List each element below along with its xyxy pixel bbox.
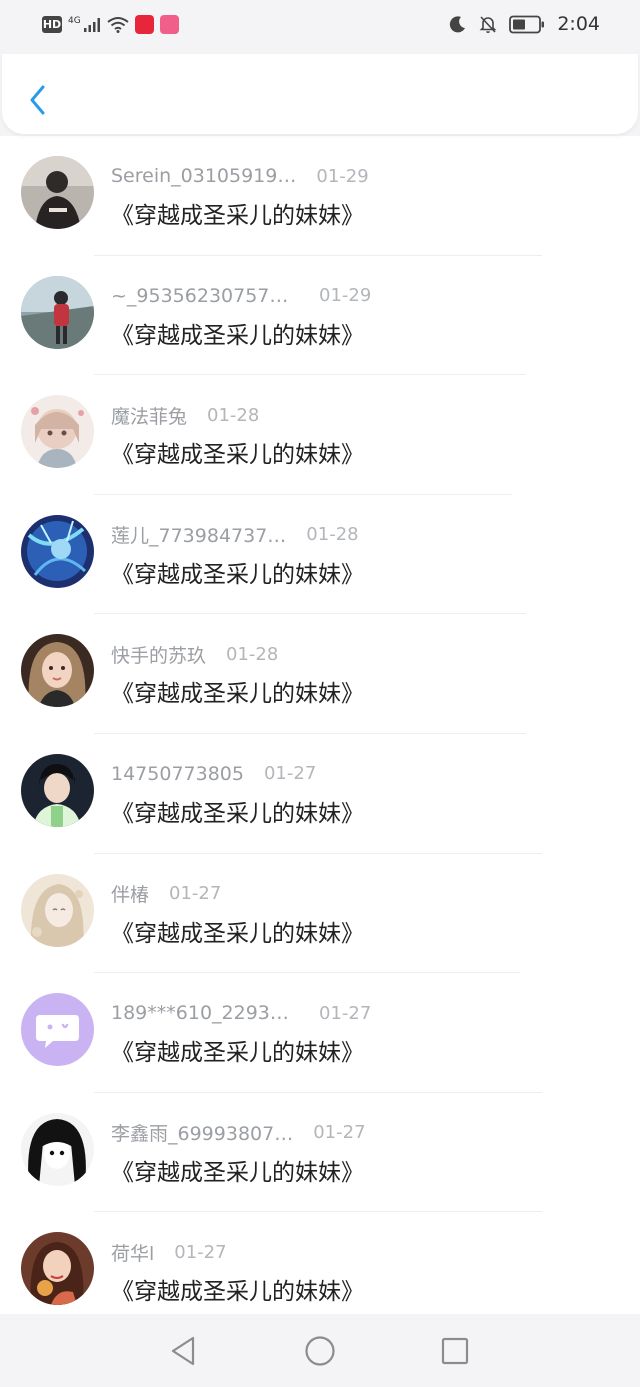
avatar-photo (21, 873, 94, 947)
default-avatar-icon (21, 993, 94, 1067)
wifi-icon (107, 17, 129, 33)
status-left: HD 4G (42, 15, 179, 34)
avatar[interactable] (21, 634, 94, 708)
chevron-left-icon (30, 85, 45, 115)
message-text: 《穿越成圣采儿的妹妹》 (111, 322, 364, 349)
list-item[interactable]: 魔法菲兔 01-28 《穿越成圣采儿的妹妹》 (0, 375, 640, 495)
avatar[interactable] (21, 514, 94, 588)
list-item[interactable]: 李鑫雨_69993807… 01-27 《穿越成圣采儿的妹妹》 (0, 1093, 640, 1213)
item-meta: 伴椿 01-27 (111, 880, 221, 908)
username[interactable]: 魔法菲兔 (111, 402, 187, 429)
username[interactable]: 189***610_22938… (111, 1002, 299, 1024)
list-item[interactable]: 快手的苏玖 01-28 《穿越成圣采儿的妹妹》 (0, 614, 640, 734)
avatar-photo (21, 395, 94, 469)
username[interactable]: 14750773805 (111, 763, 244, 785)
network-type-label: 4G (68, 15, 81, 26)
system-home-button[interactable] (303, 1334, 337, 1368)
moon-icon (450, 16, 466, 33)
app-notification-icon (159, 15, 179, 34)
username[interactable]: 快手的苏玖 (111, 641, 206, 668)
date: 01-28 (306, 524, 359, 546)
avatar[interactable] (21, 753, 94, 827)
message-text: 《穿越成圣采儿的妹妹》 (111, 1279, 364, 1306)
message-text: 《穿越成圣采儿的妹妹》 (111, 1159, 364, 1186)
avatar-photo (21, 1112, 94, 1186)
date: 01-28 (207, 404, 260, 426)
item-meta: 魔法菲兔 01-28 (111, 401, 259, 429)
message-text: 《穿越成圣采儿的妹妹》 (111, 442, 364, 469)
list-item[interactable]: Serein_03105919… 01-29 《穿越成圣采儿的妹妹》 (0, 136, 640, 256)
avatar[interactable] (21, 1112, 94, 1186)
message-text: 《穿越成圣采儿的妹妹》 (111, 1040, 364, 1067)
username[interactable]: 伴椿 (111, 880, 149, 907)
item-meta: 李鑫雨_69993807… 01-27 (111, 1119, 366, 1147)
avatar-photo (21, 1232, 94, 1306)
list-item[interactable]: 莲儿_773984737… 01-28 《穿越成圣采儿的妹妹》 (0, 495, 640, 615)
username[interactable]: 荷华l (111, 1239, 154, 1266)
list-item[interactable]: ~_953562307576… 01-29 《穿越成圣采儿的妹妹》 (0, 256, 640, 376)
avatar[interactable] (21, 993, 94, 1067)
avatar-photo (21, 156, 94, 229)
bell-off-icon (479, 15, 497, 33)
item-meta: Serein_03105919… 01-29 (111, 162, 369, 190)
item-meta: 14750773805 01-27 (111, 760, 316, 788)
message-text: 《穿越成圣采儿的妹妹》 (111, 203, 364, 229)
avatar[interactable] (21, 395, 94, 469)
avatar[interactable] (21, 1232, 94, 1306)
status-right: 2:04 (449, 13, 600, 35)
list-item[interactable]: 荷华l 01-27 《穿越成圣采儿的妹妹》 (0, 1212, 640, 1314)
signal-icon (83, 17, 100, 32)
message-text: 《穿越成圣采儿的妹妹》 (111, 681, 364, 708)
date: 01-27 (313, 1122, 366, 1144)
message-text: 《穿越成圣采儿的妹妹》 (111, 800, 364, 827)
top-nav (0, 54, 640, 136)
system-recents-button[interactable] (438, 1334, 472, 1368)
avatar-photo (21, 753, 94, 827)
list-item[interactable]: 伴椿 01-27 《穿越成圣采儿的妹妹》 (0, 854, 640, 974)
date: 01-27 (169, 883, 222, 905)
date: 01-28 (226, 643, 279, 665)
item-meta: ~_953562307576… 01-29 (111, 282, 371, 310)
message-text: 《穿越成圣采儿的妹妹》 (111, 561, 364, 588)
app-notification-icon (134, 15, 154, 34)
clock: 2:04 (557, 13, 600, 35)
recents-square-icon (441, 1337, 469, 1365)
message-text: 《穿越成圣采儿的妹妹》 (111, 920, 364, 947)
avatar-photo (21, 275, 94, 349)
avatar[interactable] (21, 156, 94, 229)
avatar-photo (21, 514, 94, 588)
date: 01-29 (316, 165, 369, 187)
status-bar: HD 4G 2:04 (0, 0, 640, 54)
item-meta: 快手的苏玖 01-28 (111, 640, 278, 668)
comment-list: Serein_03105919… 01-29 《穿越成圣采儿的妹妹》 ~_953… (0, 136, 640, 1314)
avatar-photo (21, 634, 94, 708)
back-triangle-icon (171, 1336, 195, 1366)
battery-icon (509, 15, 545, 33)
date: 01-29 (319, 285, 372, 307)
username[interactable]: 莲儿_773984737… (111, 521, 286, 548)
username[interactable]: ~_953562307576… (111, 285, 299, 307)
item-meta: 荷华l 01-27 (111, 1238, 227, 1266)
list-item[interactable]: 14750773805 01-27 《穿越成圣采儿的妹妹》 (0, 734, 640, 854)
item-meta: 莲儿_773984737… 01-28 (111, 521, 359, 549)
item-meta: 189***610_22938… 01-27 (111, 999, 371, 1027)
system-nav-bar (0, 1314, 640, 1387)
date: 01-27 (263, 763, 317, 785)
avatar[interactable] (21, 275, 94, 349)
list-item[interactable]: 189***610_22938… 01-27 《穿越成圣采儿的妹妹》 (0, 973, 640, 1093)
date: 01-27 (319, 1002, 372, 1024)
avatar[interactable] (21, 873, 94, 947)
username[interactable]: Serein_03105919… (111, 165, 296, 187)
username[interactable]: 李鑫雨_69993807… (111, 1119, 293, 1146)
system-back-button[interactable] (166, 1334, 200, 1368)
hd-badge: HD (42, 16, 62, 33)
date: 01-27 (174, 1241, 227, 1263)
home-circle-icon (305, 1336, 335, 1366)
back-button[interactable] (22, 82, 52, 118)
nav-card (2, 54, 638, 134)
